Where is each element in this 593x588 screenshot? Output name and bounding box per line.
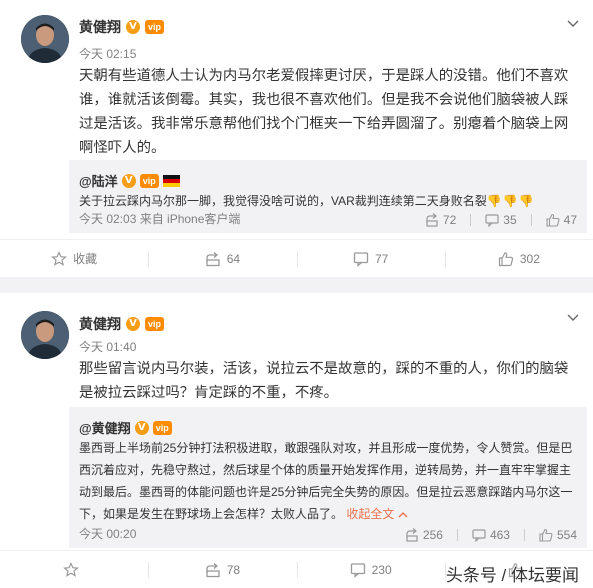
thumbs-up-icon bbox=[498, 251, 514, 267]
thumbs-up-icon bbox=[546, 213, 560, 227]
post-time[interactable]: 今天 02:15 bbox=[79, 45, 136, 62]
vip-level-icon: vip bbox=[152, 420, 172, 435]
comment-button[interactable]: 77 bbox=[296, 240, 445, 277]
forward-button[interactable]: 64 bbox=[148, 240, 296, 277]
forward-icon bbox=[205, 251, 221, 267]
divider bbox=[523, 529, 525, 541]
quote-comment-count: 35 bbox=[503, 213, 517, 227]
quote-like[interactable]: 47 bbox=[546, 213, 577, 227]
quote-like-count: 554 bbox=[556, 528, 577, 542]
comment-button[interactable]: 230 bbox=[296, 551, 445, 588]
quote-like[interactable]: 554 bbox=[539, 528, 577, 542]
verified-icon: V bbox=[126, 20, 140, 34]
post-text: 天朝有些道德人士认为内马尔老爱假摔更讨厌，于是踩人的没错。他们不喜欢谁，谁就活该… bbox=[79, 68, 569, 156]
weibo-post-1: 黄健翔 V vip 今天 02:15 天朝有些道德人士认为内马尔老爱假摔更讨厌，… bbox=[0, 0, 593, 277]
username-text[interactable]: 黄健翔 bbox=[79, 314, 121, 334]
vip-level-icon: vip bbox=[145, 20, 165, 34]
comment-icon bbox=[350, 562, 366, 578]
quote-forward[interactable]: 256 bbox=[405, 528, 443, 542]
post-actions: 收藏 64 77 302 bbox=[0, 239, 593, 277]
forward-count: 64 bbox=[226, 251, 241, 266]
star-icon bbox=[51, 250, 68, 267]
forward-icon bbox=[405, 528, 419, 542]
quote-forward[interactable]: 72 bbox=[425, 213, 456, 227]
post-time[interactable]: 今天 01:40 bbox=[79, 338, 136, 355]
divider bbox=[470, 214, 472, 226]
comment-count: 77 bbox=[374, 251, 389, 266]
quote-comment[interactable]: 463 bbox=[472, 528, 510, 542]
forward-icon bbox=[425, 213, 439, 227]
comment-icon bbox=[472, 528, 486, 542]
thumbs-down-emoji: 👎👎👎 bbox=[486, 194, 535, 208]
favorite-button[interactable] bbox=[0, 551, 148, 588]
post-text: 那些留言说内马尔装，活该，说拉云不是故意的，踩的不重的人，你们的脑袋是被拉云踩过… bbox=[79, 361, 569, 401]
vip-level-icon: vip bbox=[139, 173, 159, 188]
thumbs-up-icon bbox=[539, 528, 553, 542]
comment-icon bbox=[485, 213, 499, 227]
chevron-down-icon[interactable] bbox=[567, 311, 579, 323]
watermark: 头条号 / 体坛要闻 bbox=[445, 566, 579, 585]
quote-like-count: 47 bbox=[563, 213, 577, 227]
quoted-post[interactable]: @陆洋 V vip 关于拉云踩内马尔那一脚，我觉得没啥可说的，VAR裁判连续第二… bbox=[69, 160, 587, 233]
quoted-post[interactable]: @黄健翔 V vip 墨西哥上半场前25分钟打法积极进取，敢跟强队对攻，并且形成… bbox=[69, 407, 587, 548]
quote-text-body: 墨西哥上半场前25分钟打法积极进取，敢跟强队对攻，并且形成一度优势，令人赞赏。但… bbox=[79, 441, 573, 521]
quote-stats: 256 463 554 bbox=[405, 528, 577, 542]
username[interactable]: 黄健翔 V vip bbox=[79, 17, 165, 37]
forward-icon bbox=[205, 562, 221, 578]
favorite-button[interactable]: 收藏 bbox=[0, 240, 148, 277]
quote-comment-count: 463 bbox=[489, 528, 510, 542]
quote-text: 关于拉云踩内马尔那一脚，我觉得没啥可说的，VAR裁判连续第二天身败名裂👎👎👎 bbox=[79, 190, 579, 212]
verified-icon: V bbox=[134, 420, 149, 435]
quote-meta: 今天 00:20 bbox=[79, 527, 137, 541]
germany-flag-icon bbox=[162, 174, 180, 187]
like-count: 302 bbox=[519, 251, 540, 266]
quote-forward-count: 72 bbox=[442, 213, 457, 227]
forward-button[interactable]: 78 bbox=[148, 551, 296, 588]
quote-header: @黄健翔 V vip bbox=[79, 418, 172, 437]
quote-text-body: 关于拉云踩内马尔那一脚，我觉得没啥可说的，VAR裁判连续第二天身败名裂 bbox=[79, 194, 487, 208]
verified-icon: V bbox=[126, 317, 140, 331]
quote-forward-count: 256 bbox=[422, 528, 443, 542]
avatar[interactable] bbox=[21, 15, 69, 63]
chevron-down-icon[interactable] bbox=[567, 17, 579, 29]
verified-icon: V bbox=[121, 173, 136, 188]
quote-author[interactable]: @黄健翔 bbox=[79, 418, 131, 437]
username-text[interactable]: 黄健翔 bbox=[79, 17, 121, 37]
username[interactable]: 黄健翔 V vip bbox=[79, 314, 165, 334]
divider bbox=[456, 529, 458, 541]
quote-text: 墨西哥上半场前25分钟打法积极进取，敢跟强队对攻，并且形成一度优势，令人赞赏。但… bbox=[79, 437, 579, 525]
favorite-label: 收藏 bbox=[73, 252, 98, 266]
quote-stats: 72 35 47 bbox=[425, 213, 577, 227]
collapse-link[interactable]: 收起全文 bbox=[346, 507, 394, 521]
quote-author[interactable]: @陆洋 bbox=[79, 171, 118, 190]
quote-comment[interactable]: 35 bbox=[485, 213, 517, 227]
vip-level-icon: vip bbox=[145, 317, 165, 331]
forward-count: 78 bbox=[226, 562, 241, 577]
like-button[interactable]: 302 bbox=[444, 240, 593, 277]
weibo-post-2: 黄健翔 V vip 今天 01:40 那些留言说内马尔装，活该，说拉云不是故意的… bbox=[0, 293, 593, 588]
comment-count: 230 bbox=[371, 562, 392, 577]
comment-icon bbox=[353, 251, 369, 267]
avatar[interactable] bbox=[21, 311, 69, 359]
divider bbox=[530, 214, 532, 226]
star-icon bbox=[63, 561, 80, 578]
chevron-up-icon[interactable] bbox=[398, 510, 408, 520]
quote-header: @陆洋 V vip bbox=[79, 171, 180, 190]
quote-meta: 今天 02:03 来自 iPhone客户端 bbox=[79, 212, 241, 226]
